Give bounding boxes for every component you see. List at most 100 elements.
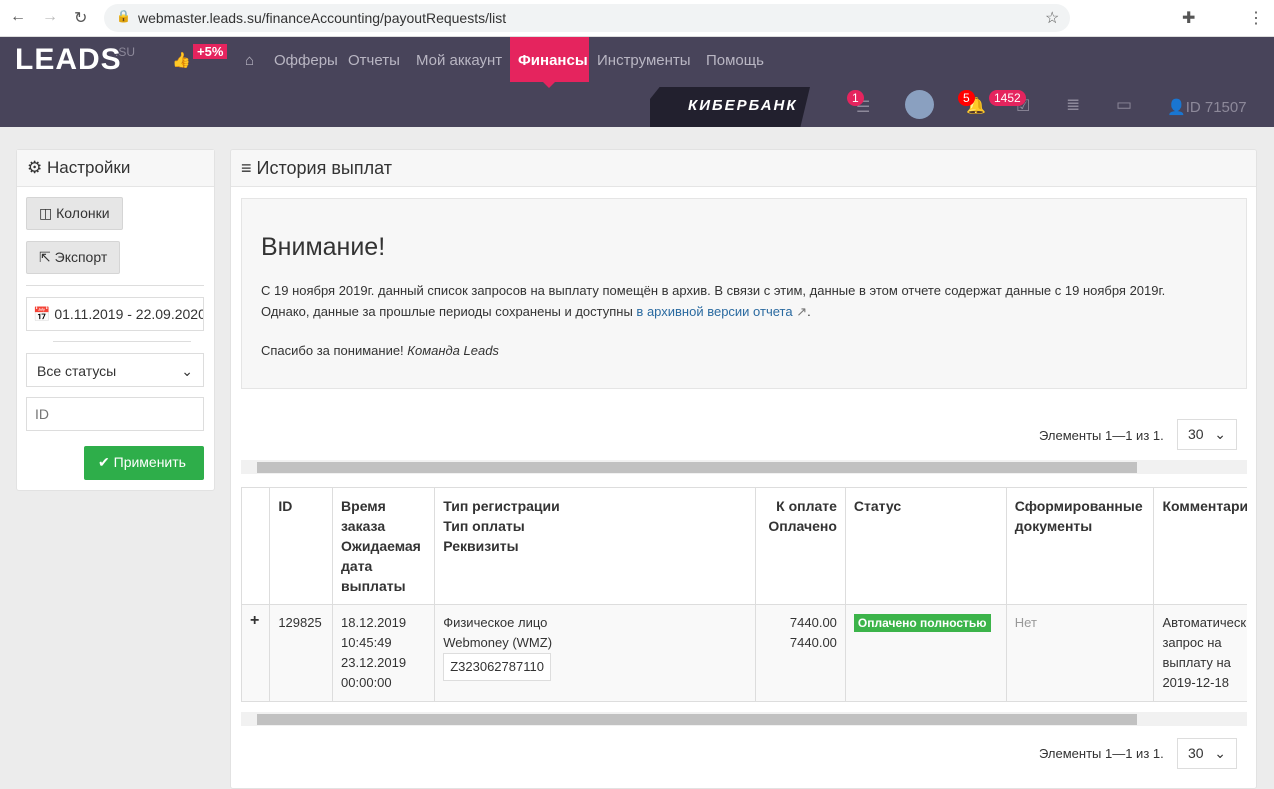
pay-type: Webmoney (WMZ) (443, 635, 553, 650)
col-status[interactable]: Статус (844, 487, 1007, 605)
col-docs[interactable]: Сформированные документы (1005, 487, 1155, 605)
pagination-info-bottom: Элементы 1—1 из 1. (1039, 746, 1164, 761)
col-time[interactable]: Время заказа Ожидаемая дата выплаты (332, 487, 436, 605)
chevron-down-icon: ⌄ (1214, 426, 1226, 442)
notice-heading: Внимание! (261, 233, 386, 261)
user-id[interactable]: 👤ID 71507 (1167, 98, 1247, 116)
avatar[interactable] (905, 90, 934, 119)
chevron-down-icon: ⌄ (1214, 745, 1226, 761)
row-id: 129825 (269, 604, 334, 702)
horizontal-scrollbar[interactable] (241, 460, 1247, 474)
nav-help[interactable]: Помощь (706, 52, 764, 69)
row-time: 18.12.2019 10:45:49 23.12.2019 00:00:00 (332, 604, 436, 702)
row-type: Физическое лицо Webmoney (WMZ) Z3230627871… (434, 604, 756, 702)
export-button[interactable]: ⇱ Экспорт (26, 241, 121, 274)
user-id-label: ID 71507 (1185, 99, 1247, 116)
nav-reports[interactable]: Отчеты (348, 52, 400, 69)
notice-text: С 19 ноября 2019г. данный список запросо… (261, 283, 1166, 319)
page-size-select-bottom[interactable]: 30 ⌄ (1177, 738, 1237, 769)
history-header: ≡ История выплат (231, 150, 1256, 187)
notice-line1: С 19 ноября 2019г. данный список запросо… (261, 283, 1166, 298)
logo-suffix: .SU (115, 45, 136, 59)
status-select[interactable]: Все статусы ⌄ (26, 353, 204, 387)
col-expand (240, 487, 271, 605)
tasks-badge: 1 (847, 90, 864, 106)
payout-table: ID Время заказа Ожидаемая дата выплаты Т… (240, 487, 1256, 702)
bonus-badge: +5% (193, 44, 228, 59)
scrollbar-thumb[interactable] (257, 714, 1137, 725)
settings-title: Настройки (46, 158, 131, 177)
order-date: 18.12.2019 (341, 615, 407, 630)
home-icon[interactable]: ⌂ (245, 52, 254, 69)
to-pay: 7440.00 (789, 615, 837, 630)
id-input[interactable] (26, 397, 204, 431)
expand-icon[interactable]: + (240, 604, 271, 702)
extensions-icon[interactable]: ✚ (1182, 8, 1195, 28)
external-link-icon: ↗ (796, 304, 808, 319)
col-type[interactable]: Тип регистрации Тип оплаты Реквизиты (434, 487, 756, 605)
messages-badge: 1452 (989, 90, 1026, 106)
row-status: Оплачено полностью (844, 604, 1007, 702)
forward-icon[interactable]: → (42, 8, 58, 26)
notice-box: Внимание! С 19 ноября 2019г. данный спис… (241, 198, 1247, 389)
url-text: webmaster.leads.su/financeAccounting/pay… (138, 10, 507, 26)
back-icon[interactable]: ← (10, 8, 26, 26)
star-icon[interactable]: ☆ (1045, 8, 1059, 28)
apply-button[interactable]: ✔ Применить (84, 446, 204, 480)
status-select-value: Все статусы (37, 363, 117, 379)
row-amount: 7440.00 7440.00 (754, 604, 846, 702)
nav-tools[interactable]: Инструменты (597, 52, 691, 69)
pagination-info: Элементы 1—1 из 1. (1039, 428, 1164, 443)
export-label: Экспорт (54, 249, 108, 265)
history-panel: ≡ История выплат Внимание! С 19 ноября 2… (230, 149, 1257, 789)
reg-type: Физическое лицо (443, 615, 548, 630)
settings-header: ⚙ Настройки (17, 150, 214, 187)
status-badge: Оплачено полностью (853, 614, 991, 632)
row-comment: Автоматический запрос на выплату на 2019… (1153, 604, 1256, 702)
cyberbank-banner[interactable]: КИБЕРБАНК (650, 87, 810, 127)
divider (26, 285, 204, 286)
bank-label: КИБЕРБАНК (688, 97, 798, 114)
wallet: Z323062787110 (443, 653, 551, 681)
thanks-text: Спасибо за понимание! (261, 343, 408, 358)
history-title: История выплат (256, 158, 392, 178)
paid: 7440.00 (789, 635, 837, 650)
nav-offers[interactable]: Офферы (274, 52, 338, 69)
lock-icon: 🔒 (116, 9, 131, 23)
date-range-value: 01.11.2019 - 22.09.2020 (54, 306, 204, 322)
scrollbar-thumb[interactable] (257, 462, 1137, 473)
columns-button[interactable]: ◫ Колонки (26, 197, 123, 230)
bell-badge: 5 (958, 90, 975, 106)
menu-lines-icon: ≡ (241, 158, 252, 178)
page-size-select[interactable]: 30 ⌄ (1177, 419, 1237, 450)
nav-account[interactable]: Мой аккаунт (416, 52, 502, 69)
nav-finance-label: Финансы (518, 52, 588, 69)
order-time: 10:45:49 (341, 635, 392, 650)
chevron-down-icon: ⌄ (181, 363, 193, 379)
date-range-input[interactable]: 📅 01.11.2019 - 22.09.2020 (26, 297, 204, 331)
table-row: + 129825 18.12.2019 10:45:49 23.12.2019 00:… (240, 604, 1256, 702)
divider (53, 341, 191, 342)
page-size-value: 30 (1188, 426, 1204, 442)
col-id[interactable]: ID (269, 487, 334, 605)
apply-label: Применить (113, 454, 186, 470)
archive-link[interactable]: в архивной версии отчета (636, 304, 792, 319)
pay-time: 00:00:00 (341, 675, 392, 690)
browser-toolbar: ← → ↻ 🔒 webmaster.leads.su/financeAccount… (0, 0, 1274, 37)
horizontal-scrollbar-bottom[interactable] (241, 712, 1247, 726)
address-bar[interactable]: 🔒 webmaster.leads.su/financeAccounting/pa… (104, 4, 1070, 32)
card-icon[interactable]: ▭ (1116, 95, 1132, 115)
nav-finance[interactable]: Финансы (510, 37, 589, 88)
reload-icon[interactable]: ↻ (74, 8, 87, 28)
list-icon[interactable]: ≣ (1066, 95, 1080, 115)
logo[interactable]: LEADS (15, 43, 122, 77)
col-type-label: Тип регистрации Тип оплаты Реквизиты (443, 498, 560, 554)
menu-icon[interactable]: ⋮ (1248, 8, 1264, 28)
team-text: Команда Leads (407, 343, 499, 358)
top-nav: LEADS .SU 👍 +5% ⌂ Офферы Отчеты Мой акка… (0, 37, 1274, 127)
page-size-value: 30 (1188, 745, 1204, 761)
col-amount[interactable]: К оплате Оплачено (754, 487, 846, 605)
settings-panel: ⚙ Настройки ◫ Колонки ⇱ Экспорт 📅 01.11.… (16, 149, 215, 491)
col-comment[interactable]: Комментарий (1153, 487, 1256, 605)
columns-label: Колонки (56, 205, 110, 221)
